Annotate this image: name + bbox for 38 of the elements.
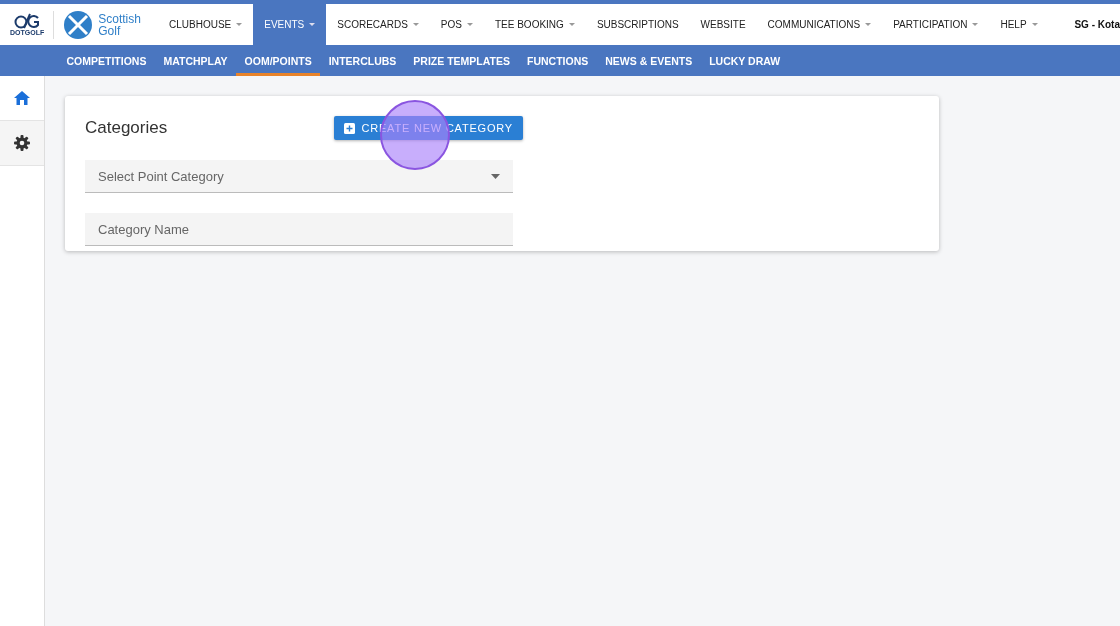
caret-icon bbox=[466, 23, 473, 26]
nav-tab[interactable]: TEE BOOKING bbox=[483, 4, 586, 45]
caret-icon bbox=[412, 23, 419, 26]
subnav-tab[interactable]: INTERCLUBS bbox=[320, 45, 405, 76]
caret-icon bbox=[568, 23, 575, 26]
dotgolf-logo-icon bbox=[14, 13, 41, 29]
nav-tab[interactable]: SCORECARDS bbox=[326, 4, 430, 45]
nav-tab[interactable]: PARTICIPATION bbox=[882, 4, 990, 45]
nav-tab[interactable]: CLUBHOUSE bbox=[158, 4, 254, 45]
dropdown-caret-icon bbox=[491, 173, 500, 179]
subnav-tab[interactable]: NEWS & EVENTS bbox=[596, 45, 701, 76]
nav-tab[interactable]: EVENTS bbox=[253, 4, 327, 45]
subnav-tab[interactable]: COMPETITIONS bbox=[58, 45, 155, 76]
nav-tab[interactable]: COMMUNICATIONS bbox=[756, 4, 883, 45]
settings-button[interactable] bbox=[0, 121, 44, 166]
nav-tab[interactable]: HELP bbox=[989, 4, 1049, 45]
caret-icon bbox=[1031, 23, 1038, 26]
caret-icon bbox=[309, 23, 316, 26]
subnav-tab[interactable]: PRIZE TEMPLATES bbox=[404, 45, 519, 76]
nav-tab[interactable]: POS bbox=[429, 4, 484, 45]
caret-icon bbox=[972, 23, 979, 26]
subnav-tab[interactable]: MATCHPLAY bbox=[154, 45, 237, 76]
card-title: Categories bbox=[85, 118, 168, 138]
home-icon bbox=[14, 91, 30, 105]
caret-icon bbox=[236, 23, 243, 26]
subnav-tab[interactable]: FUNCTIONS bbox=[518, 45, 597, 76]
golf-ball-icon bbox=[63, 9, 94, 40]
subnav-tab[interactable]: LUCKY DRAW bbox=[700, 45, 789, 76]
user-name[interactable]: SG - Kota bbox=[1064, 19, 1120, 30]
subnav-tab[interactable]: OOM/POINTS bbox=[236, 45, 321, 76]
caret-icon bbox=[865, 23, 872, 26]
scottish-golf-wordmark: Scottish Golf bbox=[98, 12, 142, 37]
plus-square-icon bbox=[343, 122, 355, 134]
settings-icon bbox=[14, 135, 30, 151]
nav-tab[interactable]: WEBSITE bbox=[689, 4, 757, 45]
point-category-select[interactable]: Select Point Category bbox=[85, 160, 513, 193]
category-name-field[interactable]: Category Name bbox=[85, 213, 513, 246]
nav-tab[interactable]: SUBSCRIPTIONS bbox=[585, 4, 690, 45]
